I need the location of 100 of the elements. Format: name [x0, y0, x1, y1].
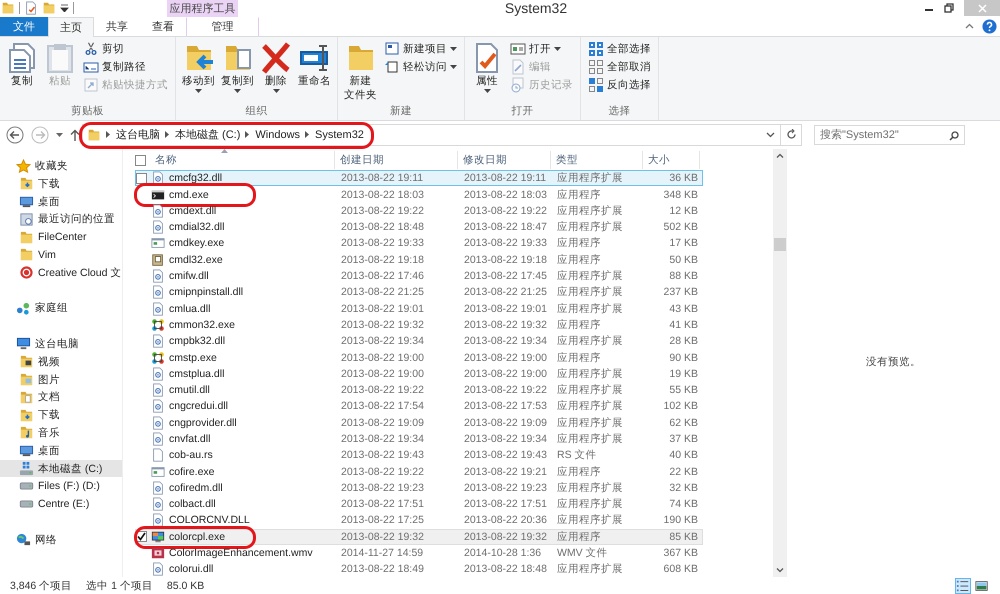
recent-locations-icon[interactable] — [56, 132, 63, 136]
history-dropdown-icon[interactable] — [766, 132, 775, 138]
nav-item[interactable]: 桌面 — [0, 192, 122, 210]
address-segment[interactable]: 这台电脑 — [116, 127, 160, 142]
file-row[interactable]: cngcredui.dll 2013-08-22 17:54 2013-08-22 17:53 应用程序扩展 102 KB — [135, 398, 703, 415]
size-cell-text: 102 KB — [662, 399, 699, 414]
settings-file-icon — [151, 480, 165, 495]
restore-icon[interactable] — [944, 3, 954, 14]
file-row[interactable]: cmd.exe 2013-08-22 18:03 2013-08-22 18:03 应用程序 348 KB — [135, 186, 703, 203]
file-row[interactable]: cngprovider.dll 2013-08-22 19:09 2013-08-22 19:09 应用程序扩展 62 KB — [135, 414, 703, 431]
scrollbar-thumb[interactable] — [774, 238, 786, 252]
nav-item[interactable]: Creative Cloud 文 — [0, 264, 122, 282]
view-button[interactable] — [955, 578, 971, 594]
nav-item[interactable]: Vim — [0, 246, 122, 264]
date-cell-text: 2013-08-22 19:18 — [340, 252, 425, 267]
nav-item[interactable]: 收藏夹 — [0, 157, 122, 175]
column-header[interactable]: 类型 — [551, 151, 643, 170]
ribbon-button[interactable]: 重命名 — [297, 40, 332, 90]
file-row[interactable]: cmipnpinstall.dll 2013-08-22 21:25 2013-08-22 21:25 应用程序扩展 237 KB — [135, 284, 703, 300]
size-cell-text: 43 KB — [668, 302, 699, 316]
file-row[interactable]: cmifw.dll 2013-08-22 17:46 2013-08-22 17:45 应用程序扩展 88 KB — [135, 268, 703, 284]
file-row[interactable]: cmlua.dll 2013-08-22 19:01 2013-08-22 19:01 应用程序扩展 43 KB — [135, 300, 703, 317]
scrollbar[interactable] — [773, 149, 787, 578]
ribbon-button[interactable]: 轻松访问 — [382, 58, 459, 76]
address-segment[interactable]: Windows — [255, 128, 300, 140]
ribbon-button[interactable]: 复制路径 — [81, 58, 170, 76]
file-row[interactable]: cmdial32.dll 2013-08-22 18:48 2013-08-22 18:47 应用程序扩展 502 KB — [135, 219, 703, 236]
address-segment[interactable]: System32 — [315, 128, 364, 140]
nav-item[interactable]: 家庭组 — [0, 299, 122, 318]
scroll-down-icon[interactable] — [776, 568, 784, 574]
ribbon-tab[interactable]: 管理 — [186, 16, 259, 36]
file-row[interactable]: cmstplua.dll 2013-08-22 19:00 2013-08-22 19:00 应用程序扩展 19 KB — [135, 366, 703, 382]
properties-icon[interactable] — [24, 1, 38, 16]
ribbon-button[interactable]: 打开 — [508, 40, 575, 58]
nav-item[interactable]: 网络 — [0, 530, 122, 549]
collapse-ribbon-icon[interactable] — [965, 23, 974, 30]
file-row[interactable]: cmstp.exe 2013-08-22 19:00 2013-08-22 19:00 应用程序 90 KB — [135, 349, 703, 366]
date-cell-text: 2013-08-22 17:53 — [463, 399, 548, 414]
file-row[interactable]: cmmon32.exe 2013-08-22 19:32 2013-08-22 19:32 应用程序 41 KB — [135, 316, 703, 334]
file-row[interactable]: cmdl32.exe 2013-08-22 19:18 2013-08-22 19:18 应用程序 50 KB — [135, 252, 703, 268]
file-icon — [151, 448, 165, 462]
file-row[interactable]: cmdext.dll 2013-08-22 19:22 2013-08-22 19:22 应用程序扩展 12 KB — [135, 202, 703, 219]
address-segment[interactable]: 本地磁盘 (C:) — [175, 127, 240, 142]
nav-item[interactable]: 视频 — [0, 352, 122, 371]
file-name: cofire.exe — [169, 464, 215, 479]
column-header[interactable]: 大小 — [643, 151, 700, 170]
file-row[interactable]: colbact.dll 2013-08-22 17:51 2013-08-22 17:51 应用程序扩展 74 KB — [135, 496, 703, 512]
file-row[interactable]: COLORCNV.DLL 2013-08-22 17:25 2013-08-22 20:36 应用程序扩展 190 KB — [135, 512, 703, 529]
file-row[interactable]: cofire.exe 2013-08-22 19:22 2013-08-22 19:21 应用程序 22 KB — [135, 463, 703, 480]
ribbon-button[interactable]: 全部选择 — [586, 40, 653, 58]
nav-item[interactable]: 桌面 — [0, 442, 122, 460]
nav-item[interactable]: Files (F:) (D:) — [0, 477, 122, 496]
ribbon-button[interactable]: 复制到 — [220, 40, 255, 95]
nav-item[interactable]: 下载 — [0, 406, 122, 424]
file-name: cmlua.dll — [169, 302, 210, 316]
file-menu-tab[interactable]: 文件 — [0, 16, 48, 36]
nav-item[interactable]: Centre (E:) — [0, 495, 122, 514]
nav-item[interactable]: 音乐 — [0, 424, 122, 442]
column-header[interactable]: 创建日期 — [335, 151, 458, 170]
ribbon-button[interactable]: 全部取消 — [586, 58, 653, 76]
nav-item[interactable]: 下载 — [0, 174, 122, 193]
scroll-up-icon[interactable] — [776, 153, 784, 158]
select-all-checkbox[interactable] — [135, 154, 146, 166]
nav-item[interactable]: 最近访问的位置 — [0, 210, 122, 228]
file-row[interactable]: ColorImageEnhancement.wmv 2014-11-27 14:59 2014-10-28 1:36 WMV 文件 367 KB — [135, 544, 703, 562]
nav-item[interactable]: 图片 — [0, 370, 122, 388]
up-icon[interactable] — [70, 128, 80, 140]
back-icon[interactable] — [6, 126, 24, 144]
file-row[interactable]: cob-au.rs 2013-08-22 19:43 2013-08-22 19:43 RS 文件 40 KB — [135, 447, 703, 464]
ribbon-button[interactable]: 新建项目 — [382, 40, 459, 58]
nav-item[interactable]: 文档 — [0, 388, 122, 406]
dropdown-icon[interactable] — [60, 4, 69, 12]
file-row[interactable]: cmpbk32.dll 2013-08-22 19:34 2013-08-22 19:34 应用程序扩展 28 KB — [135, 333, 703, 350]
ribbon-button[interactable]: 剪切 — [81, 40, 170, 58]
ribbon-button[interactable]: 新建 文件夹 — [343, 40, 378, 104]
date-cell-text: 2013-08-22 19:32 — [340, 530, 425, 544]
nav-item[interactable]: FileCenter — [0, 228, 122, 246]
ribbon-button[interactable]: 移动到 — [181, 40, 216, 95]
file-row[interactable]: cmdkey.exe 2013-08-22 19:33 2013-08-22 19:33 应用程序 17 KB — [135, 235, 703, 252]
ribbon-button[interactable]: 复制 — [5, 40, 39, 90]
date-cell-text: 2013-08-22 19:32 — [463, 530, 548, 544]
document-folder-icon — [19, 390, 34, 405]
nav-item[interactable]: 这台电脑 — [0, 335, 122, 353]
column-header[interactable]: 修改日期 — [458, 151, 551, 170]
row-checkbox[interactable] — [136, 172, 147, 184]
download-folder-icon — [19, 176, 34, 192]
type-cell-text: 应用程序扩展 — [556, 220, 624, 234]
ribbon-button[interactable]: 属性 — [470, 40, 504, 95]
ribbon-button[interactable]: 删除 — [259, 40, 293, 95]
file-row[interactable]: colorui.dll 2013-08-22 18:49 2013-08-22 18:48 应用程序扩展 608 KB — [135, 561, 703, 578]
folder-icon — [87, 128, 101, 142]
file-row[interactable]: cmutil.dll 2013-08-22 19:22 2013-08-22 19:22 应用程序扩展 55 KB — [135, 382, 703, 398]
help-icon[interactable] — [982, 18, 997, 34]
ribbon-button[interactable]: 反向选择 — [586, 76, 653, 94]
search-field[interactable]: 搜索"System32" — [814, 124, 965, 144]
file-row[interactable]: cofiredm.dll 2013-08-22 19:23 2013-08-22 19:23 应用程序扩展 32 KB — [135, 480, 703, 496]
nav-item[interactable]: 本地磁盘 (C:) — [0, 460, 122, 478]
ribbon-tab[interactable]: 主页 — [48, 16, 94, 37]
file-row[interactable]: cnvfat.dll 2013-08-22 19:34 2013-08-22 19:34 应用程序扩展 37 KB — [135, 430, 703, 448]
file-row[interactable]: cmcfg32.dll 2013-08-22 19:11 2013-08-22 19:11 应用程序扩展 36 KB — [135, 170, 703, 186]
